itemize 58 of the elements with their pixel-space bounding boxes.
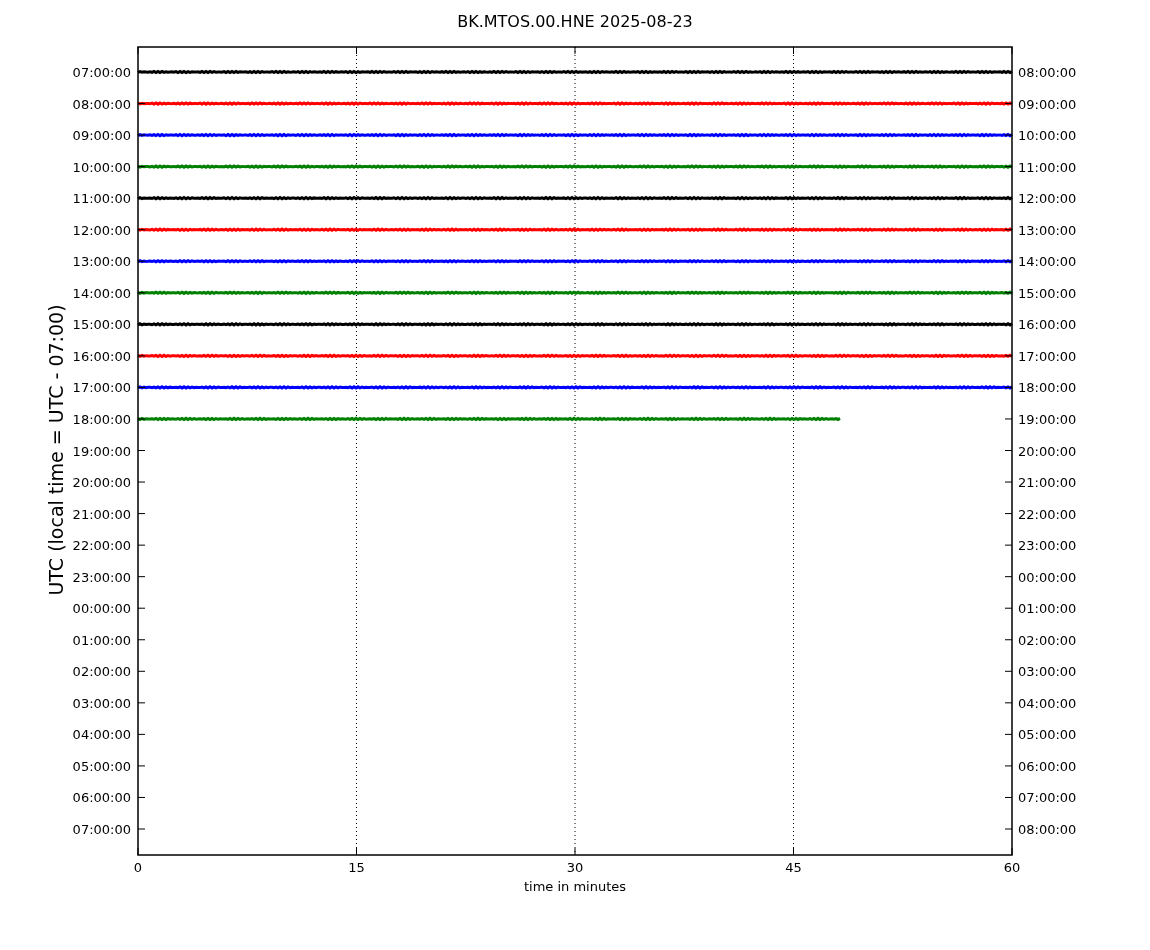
y-tick-label: 07:00:00 (72, 822, 131, 837)
y-tick-label: 02:00:00 (1018, 632, 1077, 648)
y-tick-label: 10:00:00 (72, 159, 131, 175)
y-tick-label: 22:00:00 (72, 538, 131, 554)
y-tick-label: 16:00:00 (1018, 317, 1077, 333)
y-tick-label: 20:00:00 (1018, 443, 1077, 459)
y-tick-label: 18:00:00 (1018, 380, 1077, 396)
y-tick-label: 14:00:00 (72, 285, 131, 301)
y-tick-label: 12:00:00 (72, 222, 131, 238)
y-tick-label: 11:00:00 (72, 191, 131, 207)
y-tick-label: 08:00:00 (1018, 822, 1077, 837)
y-tick-label: 08:00:00 (72, 96, 131, 112)
y-tick-label: 17:00:00 (1018, 348, 1077, 364)
y-tick-label: 17:00:00 (72, 380, 131, 396)
y-tick-label: 03:00:00 (72, 695, 131, 711)
x-tick-label: 30 (566, 860, 584, 875)
x-axis-label: time in minutes (523, 879, 627, 894)
y-tick-label: 20:00:00 (72, 475, 131, 491)
y-tick-label: 15:00:00 (1018, 285, 1077, 301)
y-tick-label: 01:00:00 (1018, 601, 1077, 617)
y-tick-label: 07:00:00 (72, 65, 131, 80)
y-tick-label: 09:00:00 (1018, 96, 1077, 112)
y-axis-label: UTC (local time = UTC - 07:00) (45, 304, 67, 596)
y-tick-label: 05:00:00 (72, 758, 131, 774)
y-tick-label: 13:00:00 (1018, 222, 1077, 238)
y-tick-label: 08:00:00 (1018, 65, 1077, 80)
y-tick-label: 21:00:00 (1018, 475, 1077, 491)
y-tick-label: 00:00:00 (1018, 569, 1077, 585)
y-tick-label: 19:00:00 (1018, 411, 1077, 427)
y-tick-label: 09:00:00 (72, 128, 131, 144)
y-tick-label: 22:00:00 (1018, 506, 1077, 522)
x-tick-label: 60 (1003, 860, 1021, 875)
chart-title: BK.MTOS.00.HNE 2025-08-23 (457, 12, 693, 31)
y-tick-label: 15:00:00 (72, 317, 131, 333)
y-tick-label: 03:00:00 (1018, 664, 1077, 680)
y-tick-label: 18:00:00 (72, 411, 131, 427)
y-tick-label: 02:00:00 (72, 664, 131, 680)
y-tick-label: 11:00:00 (1018, 159, 1077, 175)
y-tick-label: 16:00:00 (72, 348, 131, 364)
x-tick-label: 45 (785, 860, 802, 875)
y-tick-label: 04:00:00 (72, 727, 131, 743)
y-tick-label: 21:00:00 (72, 506, 131, 522)
y-tick-label: 13:00:00 (72, 254, 131, 270)
x-tick-label: 0 (133, 860, 143, 875)
y-tick-label: 23:00:00 (1018, 538, 1077, 554)
y-tick-label: 00:00:00 (72, 601, 131, 617)
y-tick-label: 14:00:00 (1018, 254, 1077, 270)
x-tick-label: 15 (348, 860, 365, 875)
y-tick-label: 10:00:00 (1018, 128, 1077, 144)
y-tick-label: 23:00:00 (72, 569, 131, 585)
y-tick-label: 07:00:00 (1018, 790, 1077, 806)
y-tick-label: 05:00:00 (1018, 727, 1077, 743)
y-tick-label: 04:00:00 (1018, 695, 1077, 711)
y-tick-label: 19:00:00 (72, 443, 131, 459)
y-tick-label: 01:00:00 (72, 632, 131, 648)
y-tick-label: 06:00:00 (72, 790, 131, 806)
y-tick-label: 12:00:00 (1018, 191, 1077, 207)
y-tick-label: 06:00:00 (1018, 758, 1077, 774)
